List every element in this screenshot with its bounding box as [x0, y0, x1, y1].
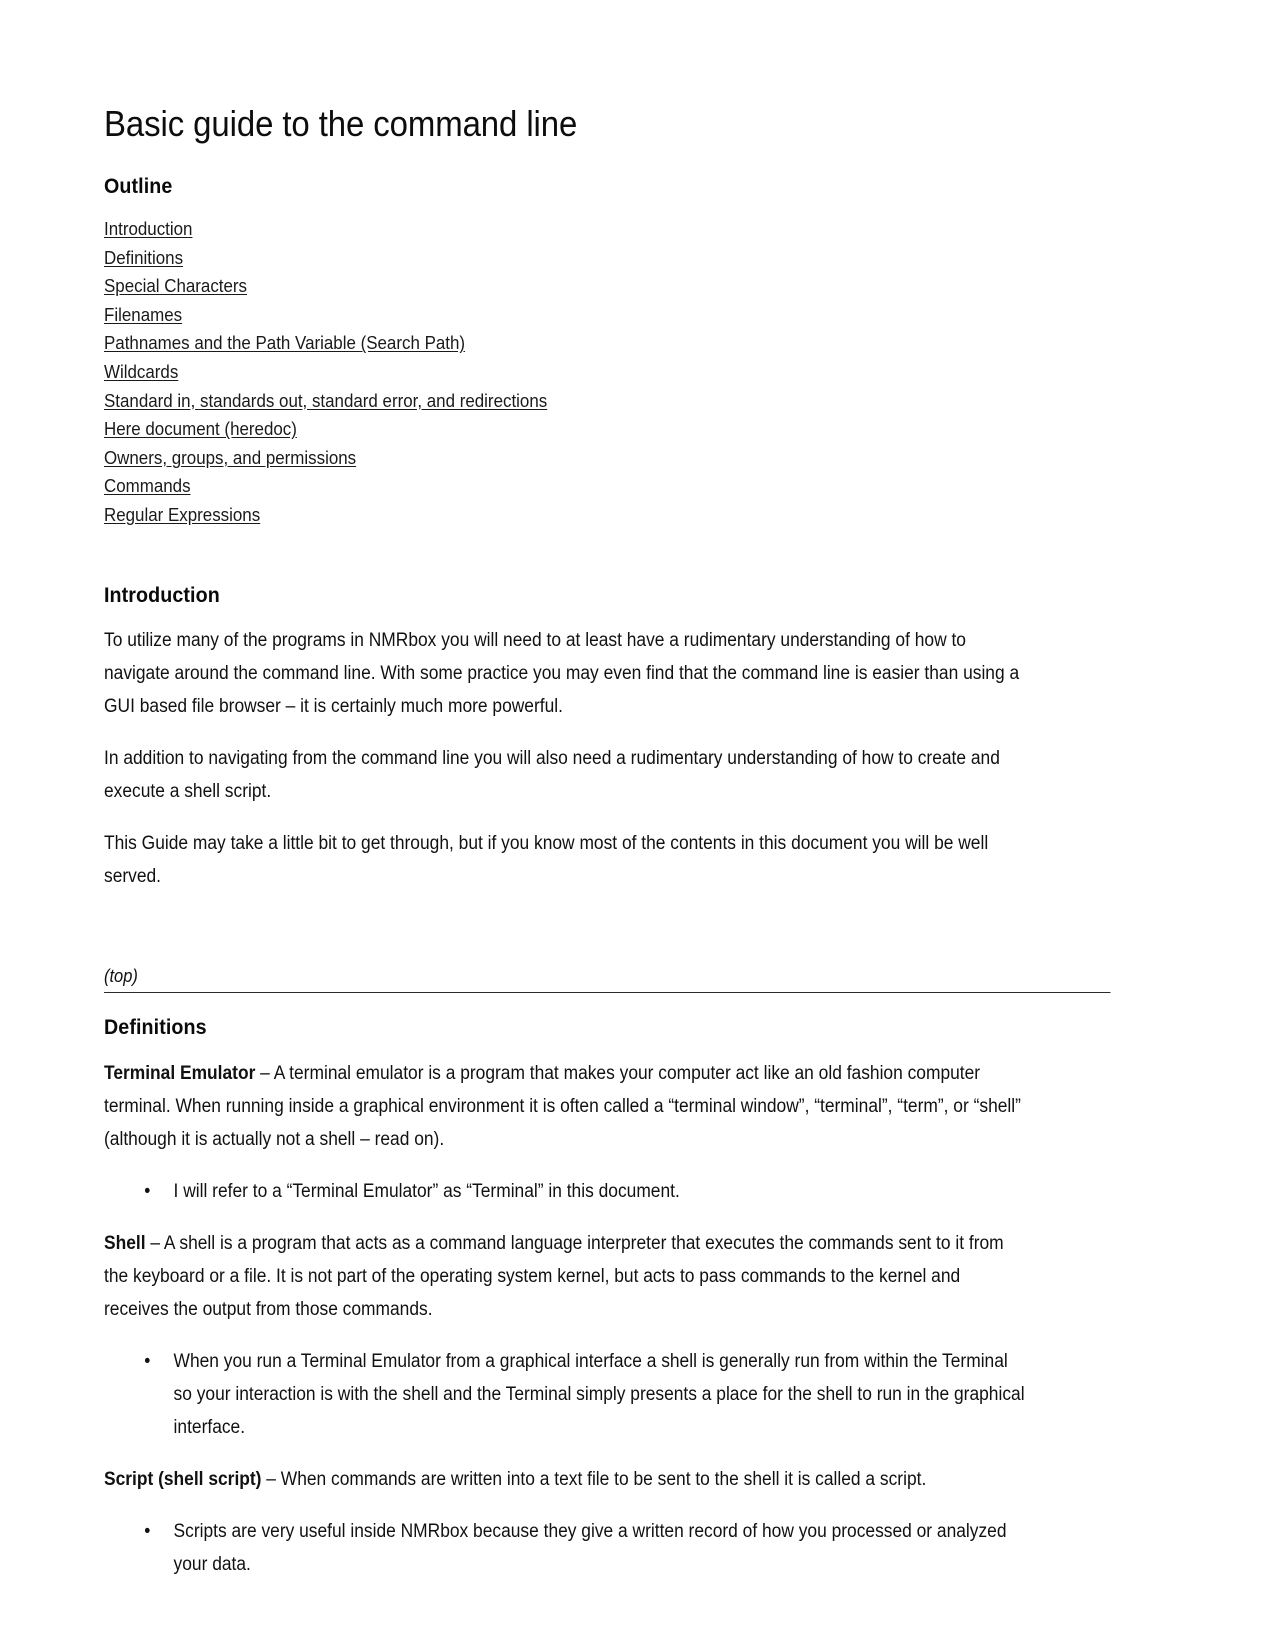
list-item: Pathnames and the Path Variable (Search … — [104, 330, 1028, 359]
list-item-label: Scripts are very useful inside NMRbox be… — [173, 1521, 1007, 1576]
top-anchor-link[interactable]: (top) — [104, 964, 1028, 988]
list-item-label: When you run a Terminal Emulator from a … — [173, 1351, 1025, 1439]
list-item: Filenames — [104, 302, 1028, 331]
introduction-paragraph-2: In addition to navigating from the comma… — [104, 748, 1000, 803]
definition-term-label: Terminal Emulator — [104, 1063, 256, 1085]
outline-link-list: Introduction Definitions Special Charact… — [104, 216, 1028, 531]
introduction-paragraph-3: This Guide may take a little bit to get … — [104, 833, 989, 888]
section-divider — [104, 992, 1111, 994]
introduction-heading: Introduction — [104, 582, 220, 607]
definition-bullets-script: • Scripts are very useful inside NMRbox b… — [104, 1515, 1028, 1581]
definition-terminal-emulator: Terminal Emulator – A terminal emulator … — [104, 1057, 1028, 1156]
list-item: • I will refer to a “Terminal Emulator” a… — [104, 1175, 1028, 1208]
outline-link-definitions[interactable]: Definitions — [104, 247, 183, 268]
list-item: Owners, groups, and permissions — [104, 445, 1028, 474]
definition-term-text: – When commands are written into a text … — [261, 1469, 927, 1491]
list-item: Regular Expressions — [104, 502, 1028, 531]
definition-term-text: – A shell is a program that acts as a co… — [104, 1233, 1004, 1321]
outline-link-heredoc[interactable]: Here document (heredoc) — [104, 418, 297, 439]
definition-shell: Shell – A shell is a program that acts a… — [104, 1227, 1028, 1326]
document-body: Basic guide to the command line Outline … — [104, 103, 1111, 1581]
list-item: Wildcards — [104, 359, 1028, 388]
bullet-icon: • — [144, 1351, 151, 1373]
bullet-icon: • — [144, 1181, 151, 1203]
list-item: Introduction — [104, 216, 1028, 245]
list-item: Commands — [104, 473, 1028, 502]
definition-term-label: Script (shell script) — [104, 1469, 262, 1491]
outline-link-pathnames[interactable]: Pathnames and the Path Variable (Search … — [104, 332, 465, 353]
list-item: Definitions — [104, 245, 1028, 274]
outline-link-owners-groups-permissions[interactable]: Owners, groups, and permissions — [104, 447, 356, 468]
page-title: Basic guide to the command line — [104, 103, 578, 144]
bullet-icon: • — [144, 1521, 151, 1543]
list-item: • Scripts are very useful inside NMRbox b… — [104, 1515, 1028, 1581]
definition-bullets-terminal-emulator: • I will refer to a “Terminal Emulator” a… — [104, 1175, 1028, 1208]
outline-link-wildcards[interactable]: Wildcards — [104, 361, 178, 382]
outline-link-standard-streams[interactable]: Standard in, standards out, standard err… — [104, 390, 547, 411]
list-item: Standard in, standards out, standard err… — [104, 388, 1028, 417]
list-item: • When you run a Terminal Emulator from a… — [104, 1345, 1028, 1444]
outline-link-special-characters[interactable]: Special Characters — [104, 275, 247, 296]
definition-script: Script (shell script) – When commands ar… — [104, 1463, 1028, 1496]
list-item: Here document (heredoc) — [104, 416, 1028, 445]
definition-bullets-shell: • When you run a Terminal Emulator from a… — [104, 1345, 1028, 1444]
outline-link-regular-expressions[interactable]: Regular Expressions — [104, 504, 260, 525]
document-page: Basic guide to the command line Outline … — [0, 0, 1275, 1650]
outline-heading: Outline — [104, 174, 173, 199]
introduction-paragraph-1: To utilize many of the programs in NMRbo… — [104, 630, 1020, 718]
definition-term-label: Shell — [104, 1233, 146, 1255]
outline-link-commands[interactable]: Commands — [104, 475, 191, 496]
outline-link-introduction[interactable]: Introduction — [104, 218, 192, 239]
definitions-heading: Definitions — [104, 1015, 207, 1040]
list-item: Special Characters — [104, 273, 1028, 302]
outline-link-filenames[interactable]: Filenames — [104, 304, 182, 325]
list-item-label: I will refer to a “Terminal Emulator” as… — [173, 1181, 680, 1203]
